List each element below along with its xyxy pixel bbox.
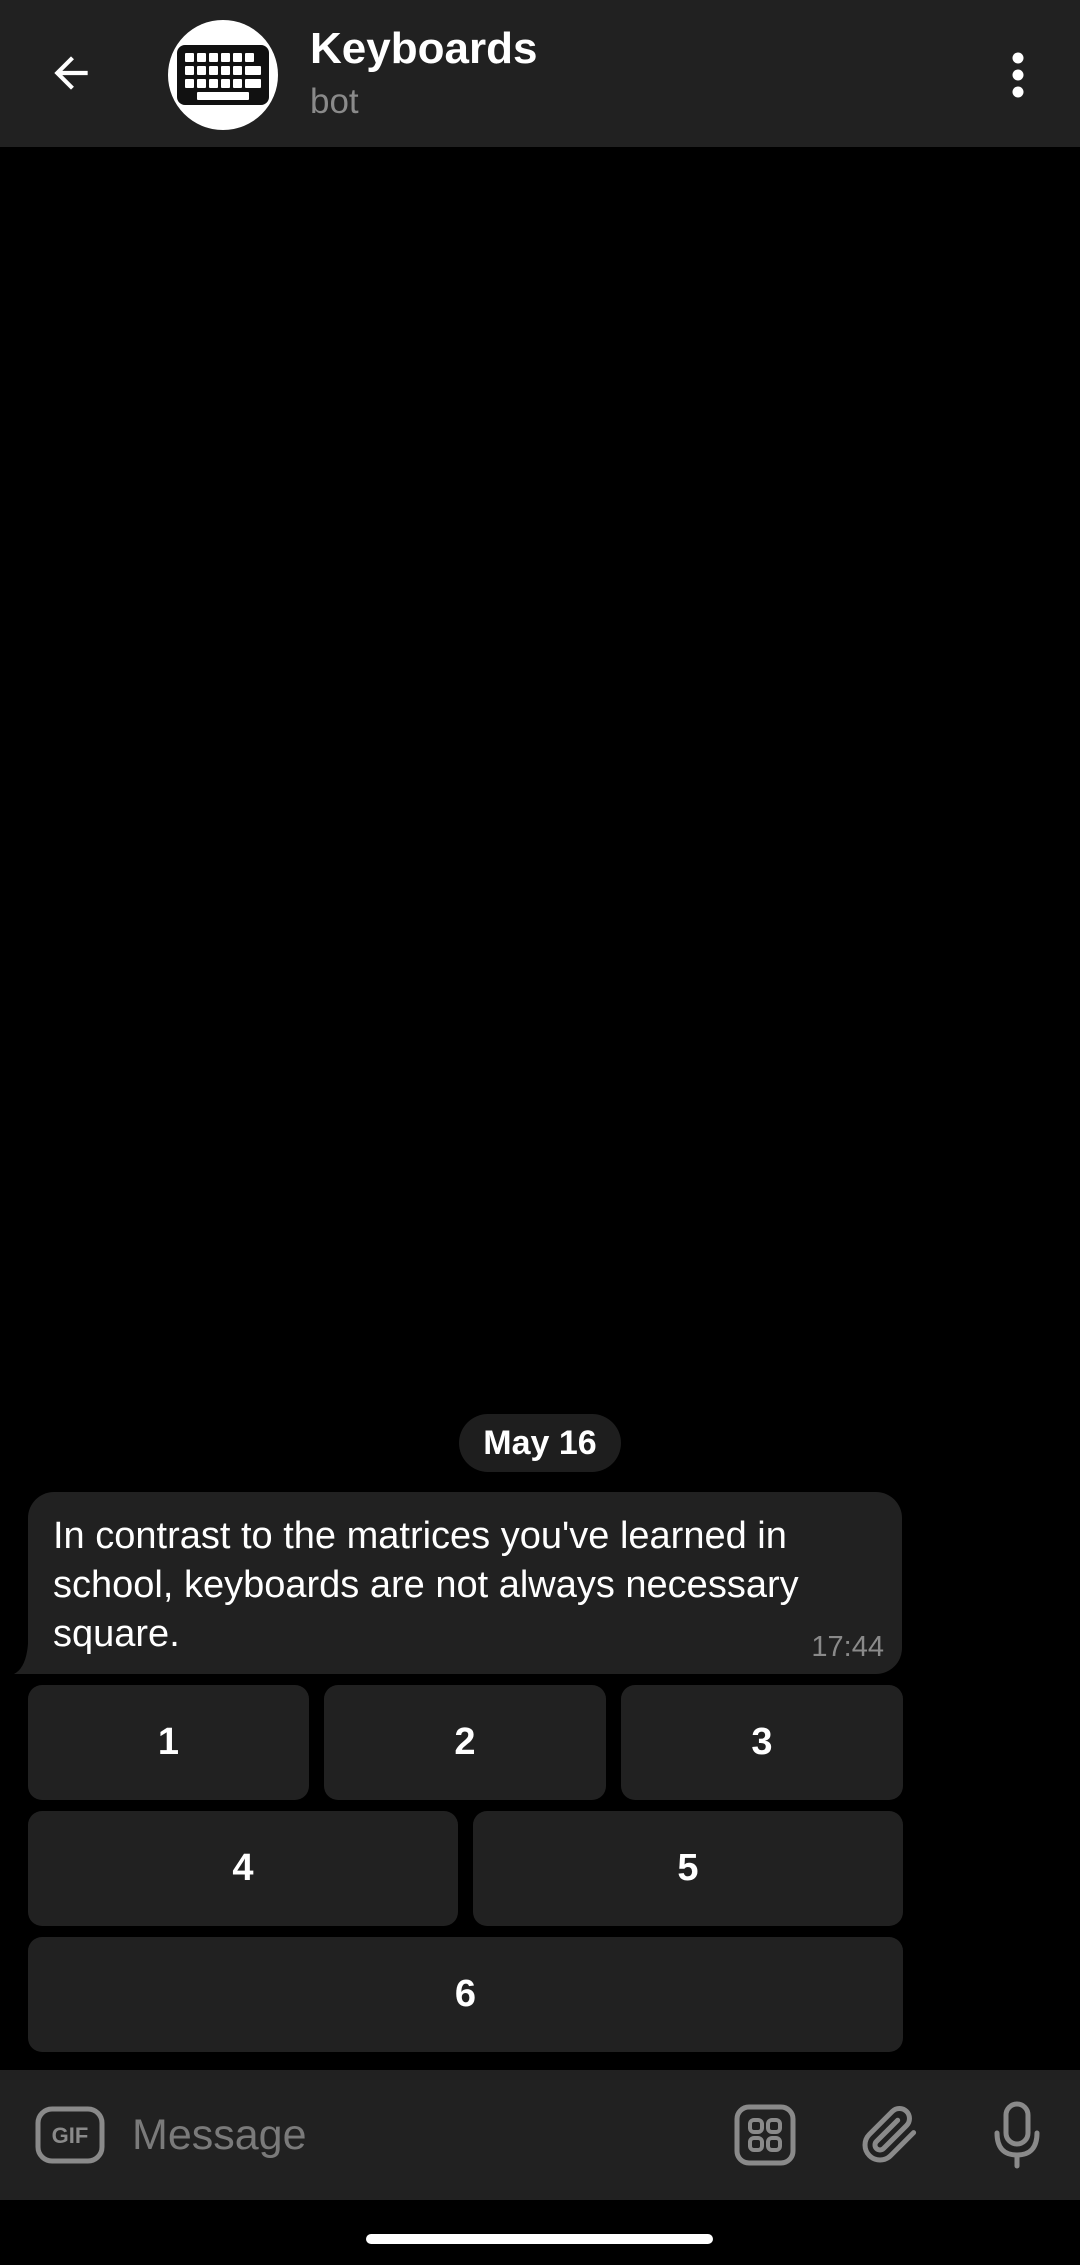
message-text: In contrast to the matrices you've learn… (53, 1515, 799, 1655)
back-button[interactable] (28, 28, 114, 118)
bot-avatar[interactable] (168, 20, 278, 130)
keyboard-button-6[interactable]: 6 (28, 1937, 903, 2052)
system-navigation-bar (0, 2200, 1080, 2265)
chat-subtitle: bot (310, 82, 359, 121)
svg-text:GIF: GIF (52, 2123, 89, 2148)
gif-icon: GIF (35, 2106, 105, 2164)
home-indicator[interactable] (366, 2234, 713, 2244)
keyboard-button-2[interactable]: 2 (324, 1685, 606, 1800)
date-separator: May 16 (459, 1414, 621, 1472)
sticker-grid-icon (734, 2104, 796, 2166)
keyboard-button-5[interactable]: 5 (473, 1811, 903, 1926)
message-input-bar: GIF (0, 2070, 1080, 2200)
gif-button[interactable]: GIF (30, 2070, 110, 2200)
incoming-message-bubble[interactable]: In contrast to the matrices you've learn… (28, 1492, 902, 1674)
voice-message-button[interactable] (977, 2070, 1057, 2200)
more-vertical-icon (1012, 52, 1024, 98)
message-input[interactable] (132, 2100, 692, 2170)
keyboard-button-4[interactable]: 4 (28, 1811, 458, 1926)
keyboard-icon (177, 45, 269, 105)
keyboard-button-1[interactable]: 1 (28, 1685, 309, 1800)
sticker-button[interactable] (725, 2070, 805, 2200)
arrow-left-icon (54, 56, 88, 90)
attach-button[interactable] (850, 2070, 930, 2200)
message-time: 17:44 (811, 1631, 884, 1663)
telegram-chat-screen: Keyboards bot May 16 In contrast to the … (0, 0, 1080, 2265)
paperclip-icon (862, 2105, 917, 2163)
keyboard-button-3[interactable]: 3 (621, 1685, 903, 1800)
microphone-icon (994, 2101, 1040, 2169)
chat-title[interactable]: Keyboards (310, 24, 537, 74)
more-options-button[interactable] (990, 30, 1046, 120)
chat-header: Keyboards bot (0, 0, 1080, 147)
